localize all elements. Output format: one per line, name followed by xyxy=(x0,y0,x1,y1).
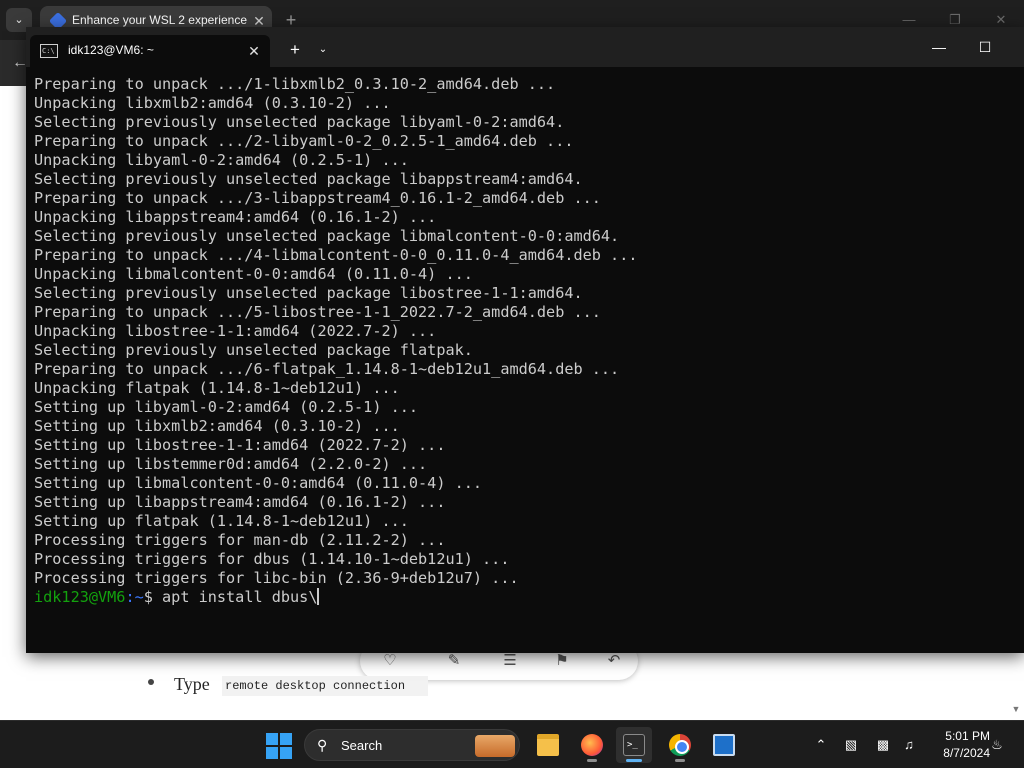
firefox-button[interactable] xyxy=(574,727,610,763)
comment-icon[interactable]: ✎ xyxy=(442,650,466,672)
terminal-window: C:\ idk123@VM6: ~ ✕ + ⌄ — ☐ Preparing to… xyxy=(26,27,1024,653)
terminal-output-line: Selecting previously unselected package … xyxy=(34,113,565,131)
display-icon[interactable]: ▩ xyxy=(872,735,894,755)
active-indicator xyxy=(626,759,642,762)
prompt-symbol: $ xyxy=(143,588,163,606)
terminal-output-line: Preparing to unpack .../3-libappstream4_… xyxy=(34,189,601,207)
terminal-output-line: Preparing to unpack .../4-libmalcontent-… xyxy=(34,246,638,264)
bell-icon[interactable]: ♨ xyxy=(986,735,1008,755)
volume-icon[interactable]: ♫ xyxy=(898,735,920,755)
chevron-up-icon[interactable]: ⌃ xyxy=(810,735,832,755)
terminal-output-line: Setting up libmalcontent-0-0:amd64 (0.11… xyxy=(34,474,483,492)
share-icon[interactable]: ↶ xyxy=(602,650,626,672)
taskbar-search-box[interactable]: ⚲ Search xyxy=(304,729,520,761)
terminal-minimize-icon[interactable]: — xyxy=(916,35,962,59)
terminal-output-line: Processing triggers for man-db (2.11.2-2… xyxy=(34,531,446,549)
terminal-tab-icon: C:\ xyxy=(40,44,58,58)
terminal-output-line: Processing triggers for libc-bin (2.36-9… xyxy=(34,569,519,587)
terminal-prompt-line[interactable]: idk123@VM6:~$ apt install dbus\ xyxy=(34,588,1014,607)
terminal-output-line: Selecting previously unselected package … xyxy=(34,170,583,188)
like-icon[interactable]: ♡ xyxy=(378,650,402,672)
terminal-output-line: Preparing to unpack .../6-flatpak_1.14.8… xyxy=(34,360,620,378)
search-icon: ⚲ xyxy=(317,737,328,753)
prompt-path: :~ xyxy=(125,588,144,606)
file-explorer-button[interactable] xyxy=(530,727,566,763)
terminal-tab-title: idk123@VM6: ~ xyxy=(68,43,154,57)
terminal-output-line: Setting up libyaml-0-2:amd64 (0.2.5-1) .… xyxy=(34,398,419,416)
terminal-new-tab-button[interactable]: + xyxy=(284,39,306,61)
terminal-output-line: Processing triggers for dbus (1.14.10-1~… xyxy=(34,550,510,568)
network-icon[interactable]: ▧ xyxy=(840,735,862,755)
terminal-output-line: Unpacking libyaml-0-2:amd64 (0.2.5-1) ..… xyxy=(34,151,409,169)
folder-icon xyxy=(537,734,559,756)
bookmark-icon[interactable]: ⚑ xyxy=(550,650,574,672)
taskbar: ⚲ Search >_ ⌃ ▧ ▩ ♫ 5:01 PM 8/7/2024 ♨ xyxy=(0,720,1024,768)
windows-start-icon[interactable] xyxy=(266,733,292,759)
terminal-tab-close-icon[interactable]: ✕ xyxy=(244,40,264,62)
terminal-output-line: Preparing to unpack .../2-libyaml-0-2_0.… xyxy=(34,132,574,150)
prompt-user-host: idk123@VM6 xyxy=(34,588,126,606)
terminal-output-line: Selecting previously unselected package … xyxy=(34,341,473,359)
clock-time[interactable]: 5:01 PM xyxy=(928,729,990,745)
terminal-button[interactable]: >_ xyxy=(616,727,652,763)
chrome-button[interactable] xyxy=(662,727,698,763)
terminal-output-line: Setting up libstemmer0d:amd64 (2.2.0-2) … xyxy=(34,455,428,473)
terminal-maximize-icon[interactable]: ☐ xyxy=(962,35,1008,59)
terminal-output-line: Selecting previously unselected package … xyxy=(34,227,620,245)
firefox-icon xyxy=(581,734,603,756)
scroll-down-arrow-icon[interactable]: ▼ xyxy=(1010,704,1022,716)
clock-date[interactable]: 8/7/2024 xyxy=(920,746,990,762)
terminal-output-line: Preparing to unpack .../1-libxmlb2_0.3.1… xyxy=(34,75,556,93)
terminal-output-line: Setting up libxmlb2:amd64 (0.3.10-2) ... xyxy=(34,417,400,435)
terminal-output-line: Preparing to unpack .../5-libostree-1-1_… xyxy=(34,303,601,321)
list-icon[interactable]: ☰ xyxy=(498,650,522,672)
terminal-output-line: Unpacking flatpak (1.14.8-1~deb12u1) ... xyxy=(34,379,400,397)
remote-desktop-icon xyxy=(713,734,735,756)
text-cursor xyxy=(317,588,320,605)
terminal-output-line: Unpacking libmalcontent-0-0:amd64 (0.11.… xyxy=(34,265,473,283)
terminal-icon: >_ xyxy=(623,734,645,756)
search-highlight-image xyxy=(475,735,515,757)
terminal-output-line: Setting up libappstream4:amd64 (0.16.1-2… xyxy=(34,493,446,511)
remote-desktop-button[interactable] xyxy=(706,727,742,763)
terminal-output-line: Unpacking libappstream4:amd64 (0.16.1-2)… xyxy=(34,208,437,226)
running-indicator xyxy=(587,759,597,762)
article-inline-code: remote desktop connection xyxy=(222,676,428,696)
running-indicator xyxy=(675,759,685,762)
terminal-output-line: Setting up flatpak (1.14.8-1~deb12u1) ..… xyxy=(34,512,409,530)
terminal-titlebar: C:\ idk123@VM6: ~ ✕ + ⌄ — ☐ xyxy=(26,27,1024,67)
terminal-output-line: Selecting previously unselected package … xyxy=(34,284,583,302)
terminal-output-line: Unpacking libostree-1-1:amd64 (2022.7-2)… xyxy=(34,322,437,340)
chevron-down-icon[interactable]: ⌄ xyxy=(312,39,334,61)
search-placeholder: Search xyxy=(341,738,383,753)
terminal-output-line: Unpacking libxmlb2:amd64 (0.3.10-2) ... xyxy=(34,94,391,112)
article-bullet-text: Type xyxy=(174,674,210,694)
list-bullet xyxy=(148,679,154,685)
terminal-output-line: Setting up libostree-1-1:amd64 (2022.7-2… xyxy=(34,436,446,454)
chrome-icon xyxy=(669,734,691,756)
terminal-output[interactable]: Preparing to unpack .../1-libxmlb2_0.3.1… xyxy=(34,75,1014,645)
prompt-command: apt install dbus\ xyxy=(162,588,318,606)
terminal-tab[interactable]: C:\ idk123@VM6: ~ ✕ xyxy=(30,35,270,67)
